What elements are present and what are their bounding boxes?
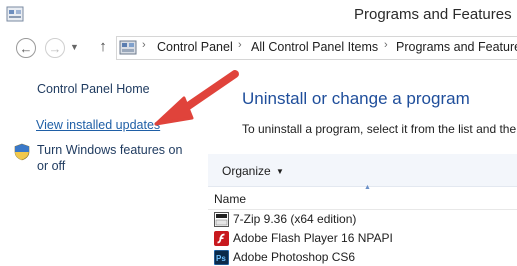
program-name: 7-Zip 9.36 (x64 edition) — [233, 212, 357, 226]
turn-windows-features-link[interactable]: Turn Windows features on or off — [37, 142, 197, 174]
control-panel-icon — [119, 40, 137, 55]
program-name: Adobe Flash Player 16 NPAPI — [233, 231, 393, 245]
programs-features-icon[interactable] — [6, 6, 24, 22]
breadcrumb-separator-icon[interactable]: › — [238, 39, 242, 51]
list-item[interactable]: Adobe Flash Player 16 NPAPI — [214, 229, 514, 247]
breadcrumb-all-items[interactable]: All Control Panel Items — [251, 40, 378, 54]
up-button[interactable]: ↑ — [95, 38, 111, 58]
list-item[interactable]: 7-Zip 9.36 (x64 edition) — [214, 210, 514, 228]
photoshop-icon: Ps — [214, 249, 229, 265]
back-button[interactable]: ← — [16, 38, 36, 58]
window-title: Programs and Features — [354, 6, 512, 23]
column-header-name[interactable]: Name — [214, 192, 246, 206]
svg-text:Ps: Ps — [216, 254, 226, 263]
forward-arrow-icon: → — [48, 40, 62, 56]
sort-ascending-icon: ▲ — [364, 184, 371, 191]
organize-dropdown-icon[interactable]: ▼ — [276, 167, 284, 176]
flash-icon — [214, 230, 229, 246]
recent-locations-dropdown[interactable]: ▼ — [70, 42, 79, 52]
breadcrumb-separator-icon[interactable]: › — [142, 39, 146, 51]
breadcrumb-control-panel[interactable]: Control Panel — [157, 40, 233, 54]
list-item[interactable]: Ps Adobe Photoshop CS6 — [214, 248, 514, 266]
breadcrumb-programs-features[interactable]: Programs and Features — [396, 40, 517, 54]
organize-button[interactable]: Organize — [222, 164, 271, 178]
control-panel-home-link[interactable]: Control Panel Home — [37, 82, 150, 96]
up-arrow-icon: ↑ — [99, 38, 107, 55]
back-arrow-icon: ← — [19, 40, 33, 56]
annotation-arrow-icon — [154, 70, 239, 126]
page-title: Uninstall or change a program — [242, 89, 470, 108]
page-description: To uninstall a program, select it from t… — [242, 122, 517, 136]
uac-shield-icon — [14, 143, 30, 161]
breadcrumb-separator-icon[interactable]: › — [384, 39, 388, 51]
7zip-icon — [214, 211, 229, 227]
program-name: Adobe Photoshop CS6 — [233, 250, 356, 264]
forward-button[interactable]: → — [45, 38, 65, 58]
